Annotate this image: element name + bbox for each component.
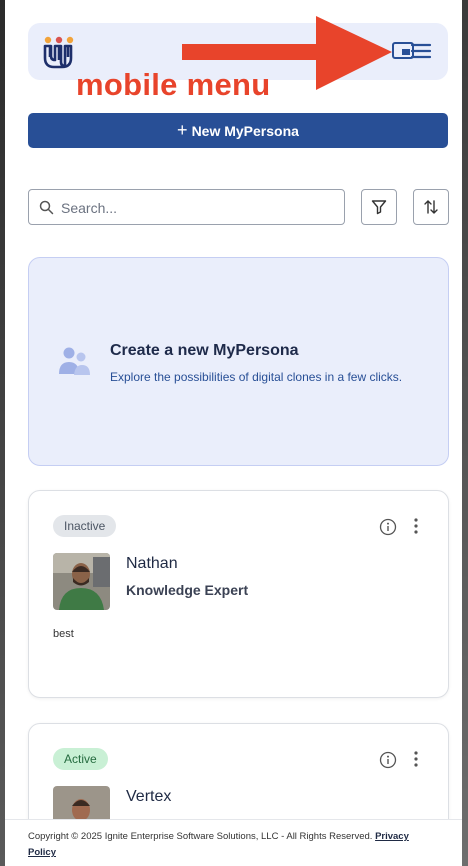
status-badge: Inactive (53, 515, 117, 537)
filter-button[interactable] (361, 189, 397, 225)
create-mypersona-card[interactable]: Create a new MyPersona Explore the possi… (28, 257, 449, 466)
window-frame-right (462, 0, 468, 866)
footer-text: Copyright © 2025 Ignite Enterprise Softw… (28, 829, 438, 861)
persona-name: Nathan (126, 555, 178, 572)
new-mypersona-label: New MyPersona (191, 122, 299, 139)
persona-name: Vertex (126, 788, 172, 805)
page-footer: Copyright © 2025 Ignite Enterprise Softw… (5, 819, 462, 866)
avatar (53, 553, 110, 610)
sort-button[interactable] (413, 189, 449, 225)
window-frame-left (0, 0, 5, 866)
users-icon (59, 347, 90, 375)
copyright-text: Copyright © 2025 Ignite Enterprise Softw… (28, 831, 373, 842)
persona-card[interactable]: Inactive Nathan Knowledge Expert best (28, 490, 449, 698)
info-icon[interactable] (379, 751, 397, 769)
filter-icon (371, 200, 387, 215)
search-input[interactable] (61, 196, 331, 220)
search-box[interactable] (28, 189, 345, 225)
create-card-subtitle: Explore the possibilities of digital clo… (110, 370, 403, 384)
annotation-label: mobile menu (76, 67, 271, 102)
sort-icon (424, 200, 438, 214)
status-badge: Active (53, 748, 108, 770)
new-mypersona-button[interactable]: + New MyPersona (28, 113, 448, 148)
info-icon[interactable] (379, 518, 397, 536)
search-icon (39, 200, 54, 215)
create-card-title: Create a new MyPersona (110, 342, 299, 359)
menu-icon[interactable] (410, 40, 432, 62)
plus-icon: + (177, 119, 188, 140)
persona-role: Knowledge Expert (126, 582, 249, 598)
more-icon[interactable] (412, 517, 420, 535)
persona-description: best (53, 628, 74, 640)
more-icon[interactable] (412, 750, 420, 768)
logo-icon[interactable] (42, 35, 76, 69)
